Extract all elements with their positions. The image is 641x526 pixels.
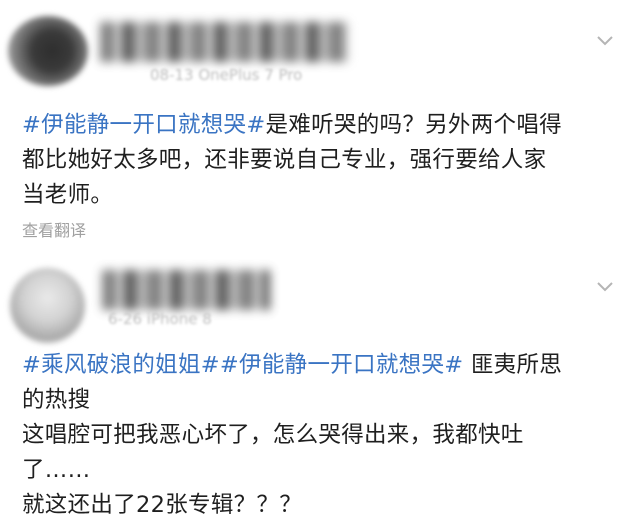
comment-line: 就这还出了22张专辑？？？ xyxy=(22,492,303,518)
hashtag-link[interactable]: #伊能静一开口就想哭# xyxy=(22,112,266,138)
comment-line: 这唱腔可把我恶心坏了，怎么哭得出来，我都快吐 xyxy=(22,422,524,448)
comment-text: #乘风破浪的姐姐##伊能静一开口就想哭# 匪夷所思 的热搜 这唱腔可把我恶心坏了… xyxy=(22,348,622,523)
comment-text: #伊能静一开口就想哭#是难听哭的吗？另外两个唱得 都比她好太多吧，还非要说自己专… xyxy=(22,108,622,213)
weibo-comment: 6-26 iPhone 8 #乘风破浪的姐姐##伊能静一开口就想哭# 匪夷所思 … xyxy=(0,252,641,526)
comment-line: 都比她好太多吧，还非要说自己专业，强行要给人家 xyxy=(22,147,547,173)
avatar[interactable] xyxy=(8,16,88,86)
post-meta: 6-26 iPhone 8 xyxy=(108,310,212,328)
hashtag-link[interactable]: #乘风破浪的姐姐##伊能静一开口就想哭# xyxy=(22,352,463,378)
username-blurred[interactable] xyxy=(102,270,270,310)
comment-text-segment: 是难听哭的吗？另外两个唱得 xyxy=(265,112,562,138)
comment-line: 了…… xyxy=(22,457,91,483)
view-translation-link[interactable]: 查看翻译 xyxy=(22,217,86,241)
comment-line: 当老师。 xyxy=(22,182,114,208)
username-blurred[interactable] xyxy=(100,22,348,62)
comment-text-segment: 匪夷所思 xyxy=(463,352,563,378)
comment-line: #乘风破浪的姐姐##伊能静一开口就想哭# 匪夷所思 xyxy=(22,348,622,383)
chevron-down-icon[interactable] xyxy=(595,30,615,50)
comment-line: 的热搜 xyxy=(22,387,91,413)
comment-line: #伊能静一开口就想哭#是难听哭的吗？另外两个唱得 xyxy=(22,108,622,143)
weibo-comment: 08-13 OnePlus 7 Pro #伊能静一开口就想哭#是难听哭的吗？另外… xyxy=(0,0,641,252)
avatar[interactable] xyxy=(10,268,85,343)
post-meta: 08-13 OnePlus 7 Pro xyxy=(150,66,303,84)
chevron-down-icon[interactable] xyxy=(595,276,615,296)
